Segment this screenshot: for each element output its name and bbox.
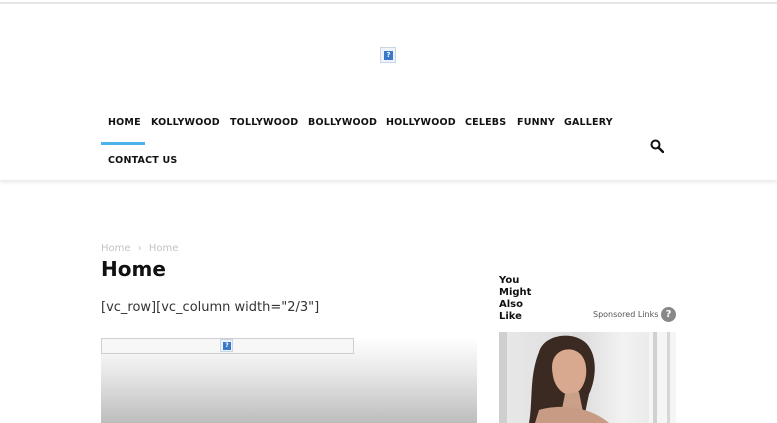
sponsored-links-label[interactable]: Sponsored Links <box>593 310 658 319</box>
content-broken-image[interactable]: ? <box>220 339 233 352</box>
nav-item-bollywood[interactable]: BOLLYWOOD <box>308 117 377 128</box>
nav-item-contact-us[interactable]: CONTACT US <box>108 155 177 166</box>
broken-image-icon: ? <box>223 342 231 350</box>
breadcrumb: Home › Home <box>101 243 182 254</box>
sidebar-widget-title: You Might Also Like <box>499 275 532 322</box>
breadcrumb-separator: › <box>137 243 142 254</box>
nav-item-celebs[interactable]: CELEBS <box>465 117 506 128</box>
nav-item-tollywood[interactable]: TOLLYWOOD <box>230 117 298 128</box>
nav-item-funny[interactable]: FUNNY <box>517 117 555 128</box>
nav-item-hollywood[interactable]: HOLLYWOOD <box>386 117 456 128</box>
site-logo-broken-image[interactable]: ? <box>380 47 396 63</box>
shortcode-text: [vc_row][vc_column width="2/3"] <box>101 300 320 315</box>
site-header: ? HOME KOLLYWOOD TOLLYWOOD BOLLYWOOD HOL… <box>0 4 777 180</box>
breadcrumb-item-current: Home <box>148 243 179 254</box>
page-title: Home <box>101 257 166 281</box>
sponsored-article-image[interactable] <box>499 332 676 423</box>
nav-item-home[interactable]: HOME <box>108 117 141 128</box>
breadcrumb-item-home[interactable]: Home <box>101 243 131 254</box>
nav-active-indicator <box>101 142 145 145</box>
broken-image-icon: ? <box>384 51 393 60</box>
nav-item-kollywood[interactable]: KOLLYWOOD <box>151 117 220 128</box>
help-icon[interactable]: ? <box>661 307 676 322</box>
search-icon[interactable] <box>650 138 665 154</box>
nav-item-gallery[interactable]: GALLERY <box>564 117 613 128</box>
